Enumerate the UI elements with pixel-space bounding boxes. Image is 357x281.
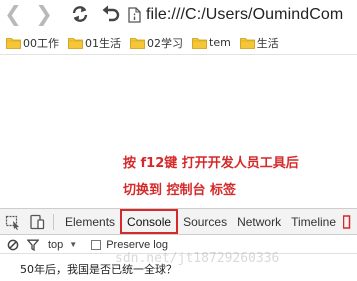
devtools-tab-bar: Elements Console Sources Network Timelin… [0,208,357,235]
tab-console[interactable]: Console [120,209,179,234]
file-page-icon [128,6,141,23]
overflow-icon [343,214,351,229]
folder-icon [68,37,83,49]
context-selector[interactable]: top ▼ [48,239,77,251]
console-output-line: 50年后，我国是否已统一全球？ [20,262,177,276]
tab-overflow[interactable] [341,209,353,234]
bookmark-folder[interactable]: 00工作 [0,33,62,53]
preserve-log-checkbox[interactable] [91,239,102,250]
bookmark-label: 01生活 [85,36,121,50]
url-field[interactable]: file:///C:/Users/OumindCom [128,3,357,26]
bookmark-label: tem [209,36,231,49]
folder-icon [192,37,207,49]
bookmark-label: 00工作 [23,36,59,50]
url-text: file:///C:/Users/OumindCom [146,5,344,23]
folder-icon [239,37,255,49]
tab-network[interactable]: Network [232,209,286,234]
preserve-log-label: Preserve log [106,238,168,251]
bookmarks-bar: 00工作 01生活 02学习 tem 生活 [0,31,357,55]
address-bar-row: ❮ ❯ file:///C:/Users/OumindCom [0,0,357,30]
dropdown-caret-icon: ▼ [69,240,78,249]
folder-icon [130,37,145,49]
context-value: top [48,238,64,251]
tab-timeline[interactable]: Timeline [286,209,341,234]
bookmark-folder[interactable]: 02学习 [124,33,186,53]
bookmark-label: 02学习 [147,36,183,50]
preserve-log-toggle[interactable]: Preserve log [91,239,168,251]
inspect-element-icon[interactable] [2,211,24,233]
device-mode-icon[interactable] [26,211,48,233]
reload-icon[interactable] [70,3,90,25]
console-toolbar: top ▼ Preserve log [0,236,357,254]
forward-arrow-icon[interactable]: ❯ [35,2,53,26]
instruction-annotation: 按 f12键 打开开发人员工具后 切换到 控制台 标签 [123,150,299,204]
annotation-line-1: 按 f12键 打开开发人员工具后 [123,156,299,171]
bookmark-label: 生活 [256,36,279,50]
clear-console-icon[interactable] [6,238,20,252]
back-arrow-icon[interactable]: ❮ [4,2,22,26]
folder-icon [6,37,21,49]
browser-window: ❮ ❯ file:///C:/Users/OumindCom 00工作 01生活… [0,0,357,281]
toolbar-divider [53,213,54,230]
filter-icon[interactable] [26,238,40,252]
undo-icon[interactable] [101,3,121,25]
bookmark-folder[interactable]: tem [186,33,234,53]
tab-elements[interactable]: Elements [60,209,120,234]
annotation-line-2: 切换到 控制台 标签 [123,183,237,198]
tab-sources[interactable]: Sources [178,209,232,234]
bookmark-folder[interactable]: 01生活 [62,33,124,53]
bookmark-folder[interactable]: 生活 [234,33,282,53]
